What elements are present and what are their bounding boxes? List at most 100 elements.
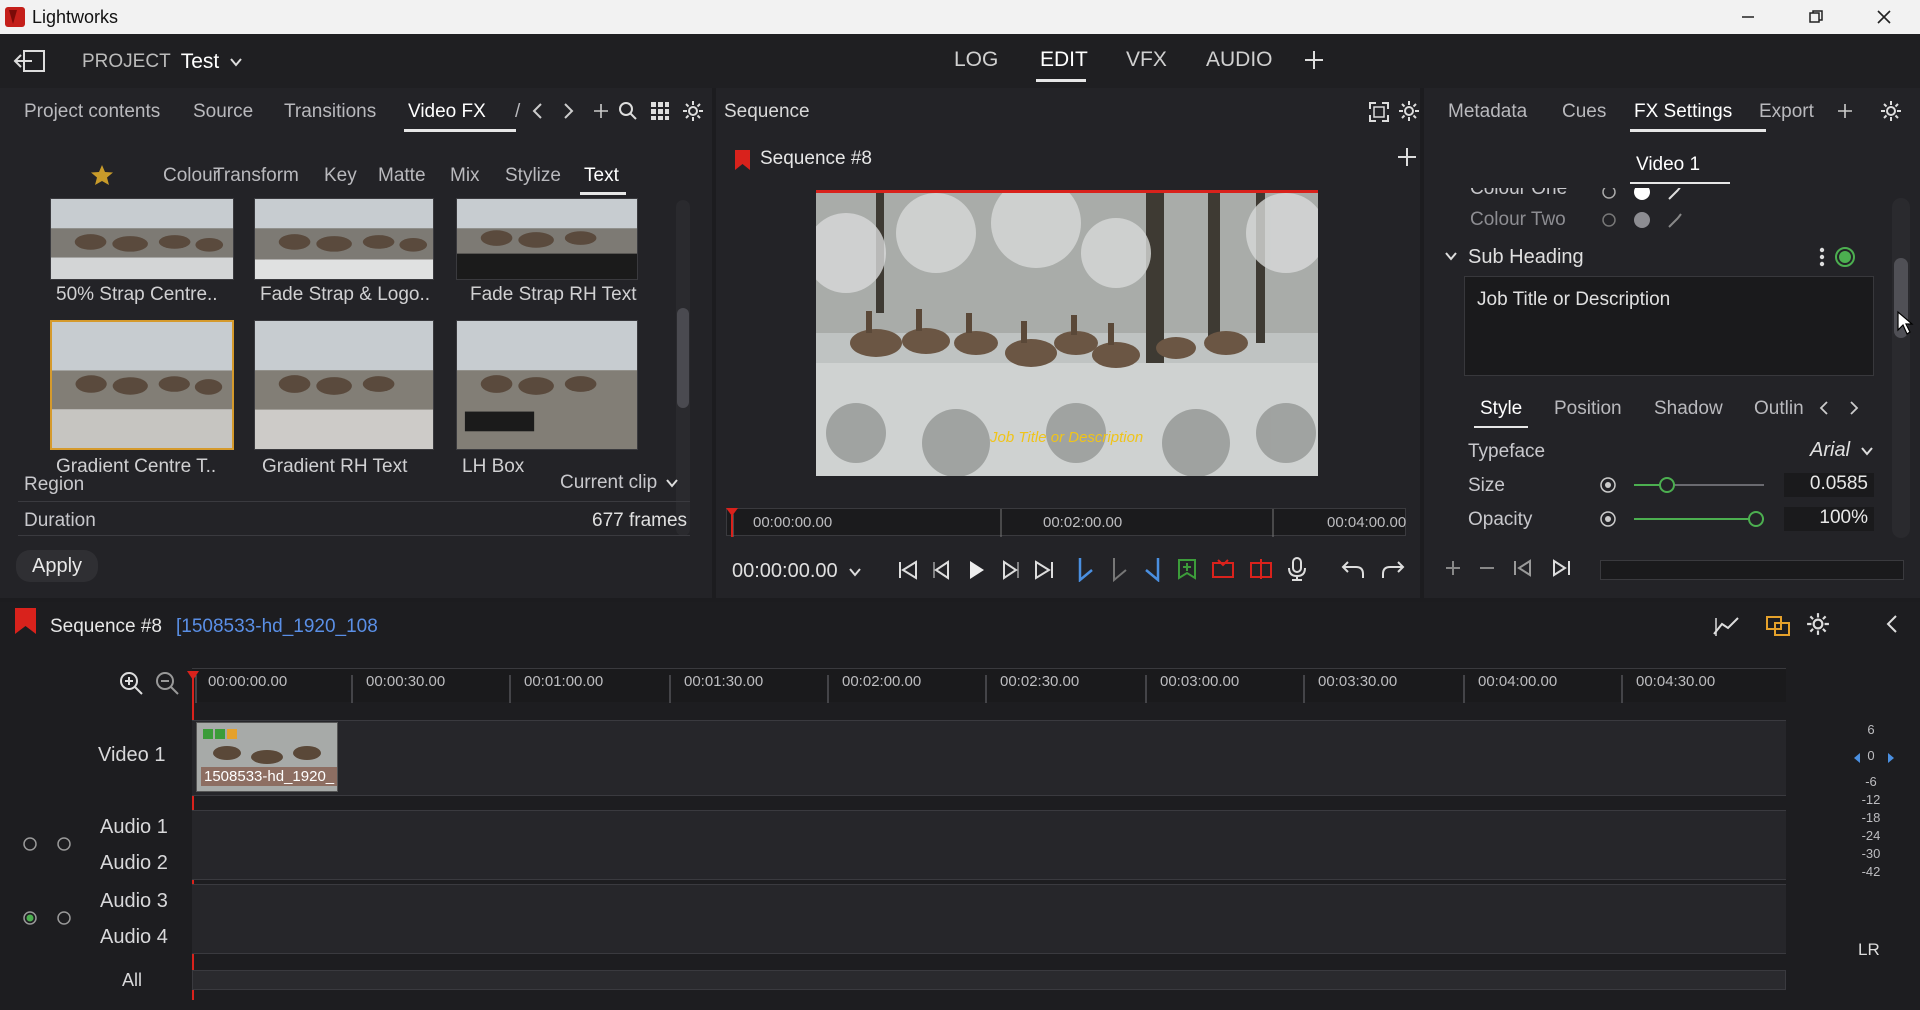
eyedropper-icon[interactable] <box>1666 188 1686 202</box>
video-track[interactable] <box>192 720 1786 796</box>
preset-scrollbar-thumb[interactable] <box>677 308 689 408</box>
video-clip[interactable]: 1508533-hd_1920_ <box>196 722 338 792</box>
collapse-section-button[interactable] <box>1444 251 1458 261</box>
audio-track-label[interactable]: Audio 4 <box>100 926 168 949</box>
tab-source[interactable]: Source <box>193 101 253 123</box>
next-keyframe-icon[interactable] <box>1550 558 1572 578</box>
go-to-end-icon[interactable] <box>1032 558 1056 582</box>
category-transform[interactable]: Transform <box>213 165 299 187</box>
video-track-label[interactable]: Video 1 <box>98 744 165 767</box>
timeline-scrollbar[interactable] <box>192 970 1786 990</box>
zoom-in-button[interactable] <box>118 670 144 696</box>
audio-track-label[interactable]: Audio 1 <box>100 816 168 839</box>
style-tab-position[interactable]: Position <box>1554 398 1622 420</box>
sync-lock-button[interactable] <box>1764 614 1792 638</box>
add-layout-button[interactable] <box>1302 48 1326 72</box>
typeface-dropdown[interactable]: Arial <box>1810 439 1874 462</box>
region-dropdown[interactable]: Current clip <box>560 472 679 494</box>
style-tab-style[interactable]: Style <box>1480 398 1522 420</box>
clear-marks-icon[interactable] <box>1108 556 1130 582</box>
opacity-keyframe-button[interactable] <box>1598 509 1618 529</box>
collapse-meters-button[interactable] <box>1884 614 1900 634</box>
eyedropper-icon[interactable] <box>1666 210 1686 230</box>
close-button[interactable] <box>1850 0 1918 34</box>
tab-prev-button[interactable] <box>530 102 546 120</box>
category-key[interactable]: Key <box>324 165 357 187</box>
tab-video-fx[interactable]: Video FX <box>408 101 486 123</box>
go-to-start-icon[interactable] <box>896 558 920 582</box>
category-colour[interactable]: Colour <box>163 165 219 187</box>
timeline-ruler[interactable]: 00:00:00.00 00:00:30.00 00:01:00.00 00:0… <box>192 668 1786 703</box>
viewer-settings-button[interactable] <box>1398 100 1420 122</box>
redo-button[interactable] <box>1380 558 1406 580</box>
mode-vfx[interactable]: VFX <box>1126 48 1167 72</box>
category-matte[interactable]: Matte <box>378 165 426 187</box>
audio-3-4-checkbox[interactable] <box>22 910 72 926</box>
size-value-field[interactable]: 0.0585 <box>1784 473 1874 497</box>
add-tab-button[interactable] <box>592 102 610 120</box>
add-to-viewer-button[interactable] <box>1396 146 1418 168</box>
mode-edit[interactable]: EDIT <box>1040 48 1088 72</box>
preset-thumb[interactable] <box>254 320 434 450</box>
viewer-scrub-bar[interactable]: 00:00:00.00 00:02:00.00 00:04:00.00 <box>726 508 1406 537</box>
fx-panel-settings-button[interactable] <box>1880 100 1902 122</box>
project-selector[interactable]: PROJECT Test <box>82 50 243 74</box>
tab-project-contents[interactable]: Project contents <box>24 101 160 123</box>
tab-metadata[interactable]: Metadata <box>1448 101 1527 123</box>
text-entry-field[interactable]: Job Title or Description <box>1464 276 1874 376</box>
style-tab-next[interactable] <box>1848 400 1860 416</box>
remove-section-icon[interactable] <box>1210 557 1236 581</box>
all-tracks-label[interactable]: All <box>122 970 142 991</box>
category-stylize[interactable]: Stylize <box>505 165 561 187</box>
step-back-icon[interactable] <box>930 558 954 582</box>
tab-export[interactable]: Export <box>1759 101 1814 123</box>
zoom-out-button[interactable] <box>154 670 180 696</box>
favourites-button[interactable] <box>90 164 114 186</box>
tab-cues[interactable]: Cues <box>1562 101 1606 123</box>
previous-keyframe-icon[interactable] <box>1512 558 1534 578</box>
section-enabled-toggle[interactable] <box>1834 246 1856 268</box>
audio-track-1-2[interactable] <box>192 810 1786 880</box>
video-frame[interactable]: Job Title or Description <box>816 190 1318 476</box>
tab-fx-settings[interactable]: FX Settings <box>1634 101 1732 123</box>
preset-thumb[interactable] <box>456 320 638 450</box>
preset-thumb-selected[interactable] <box>50 320 234 450</box>
panel-settings-button[interactable] <box>682 100 704 122</box>
category-text[interactable]: Text <box>584 165 619 187</box>
audio-levels-button[interactable] <box>1712 614 1740 638</box>
audio-track-label[interactable]: Audio 2 <box>100 852 168 875</box>
play-icon[interactable] <box>964 558 988 582</box>
fx-subtab-video-1[interactable]: Video 1 <box>1636 154 1700 176</box>
record-voiceover-icon[interactable] <box>1286 556 1308 582</box>
exit-project-button[interactable] <box>12 48 48 74</box>
keyframe-timeline-strip[interactable] <box>1600 560 1904 580</box>
tab-transitions[interactable]: Transitions <box>284 101 376 123</box>
mode-log[interactable]: LOG <box>954 48 998 72</box>
remove-keyframe-icon[interactable] <box>1478 559 1496 577</box>
preset-thumb[interactable] <box>254 198 434 280</box>
step-forward-icon[interactable] <box>998 558 1022 582</box>
restore-button[interactable] <box>1782 0 1850 34</box>
mark-out-icon[interactable] <box>1142 556 1164 582</box>
keyframe-icon[interactable] <box>1600 211 1618 229</box>
tab-next-button[interactable] <box>560 102 576 120</box>
undo-button[interactable] <box>1340 558 1366 580</box>
colour-swatch-icon[interactable] <box>1632 210 1652 230</box>
opacity-slider[interactable] <box>1634 510 1764 528</box>
mode-audio[interactable]: AUDIO <box>1206 48 1273 72</box>
fx-scrollbar[interactable] <box>1892 198 1910 538</box>
opacity-slider-handle[interactable] <box>1748 511 1764 527</box>
colour-swatch-icon[interactable] <box>1632 188 1652 202</box>
size-keyframe-button[interactable] <box>1598 475 1618 495</box>
audio-track-3-4[interactable] <box>192 884 1786 954</box>
grid-view-button[interactable] <box>650 101 670 121</box>
preset-thumb[interactable] <box>50 198 234 280</box>
add-keyframe-icon[interactable] <box>1444 559 1462 577</box>
size-slider-handle[interactable] <box>1659 477 1675 493</box>
fullscreen-button[interactable] <box>1368 101 1390 123</box>
audio-track-label[interactable]: Audio 3 <box>100 890 168 913</box>
preset-thumb[interactable] <box>456 198 638 280</box>
add-tab-button[interactable] <box>1836 102 1854 120</box>
size-slider[interactable] <box>1634 476 1764 494</box>
timecode-display[interactable]: 00:00:00.00 <box>732 560 862 583</box>
